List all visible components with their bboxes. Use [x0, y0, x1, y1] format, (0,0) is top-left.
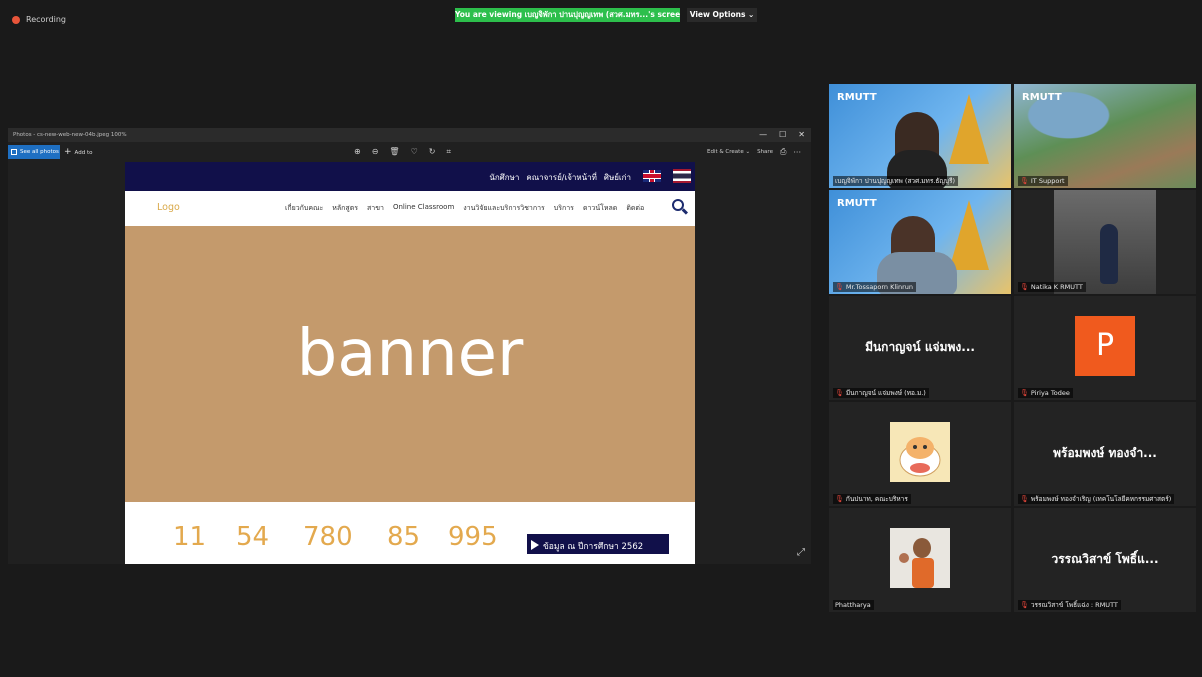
- nav-item-research: งานวิจัยและบริการวิชาการ: [463, 204, 545, 212]
- close-icon[interactable]: ✕: [798, 130, 805, 139]
- add-to-label: Add to: [74, 150, 93, 156]
- share-button[interactable]: Share: [757, 149, 773, 155]
- participant-name: มีนกาญจน์ แจ่มพงษ์ (ทอ.ม.): [845, 389, 926, 397]
- participant-name: เบญจิพักา ปานปุญญเทพ (สวศ.มทร.ธัญบุรี): [835, 177, 956, 185]
- participant-name: Mr.Tossaporn Klinrun: [845, 283, 913, 291]
- mic-muted-icon: 🎙: [1020, 601, 1029, 609]
- crop-icon[interactable]: ⌗: [446, 147, 451, 157]
- banner-text: banner: [296, 317, 524, 391]
- site-top-bar: นักศึกษา คณาจารย์/เจ้าหน้าที่ ศิษย์เก่า: [125, 162, 695, 191]
- site-nav-bar: Logo เกี่ยวกับคณะ หลักสูตร สาขา Online C…: [125, 191, 695, 226]
- participant-name: พร้อมพงษ์ ทองจำเริญ (เทคโนโลยีคหกรรมศาสต…: [1030, 495, 1172, 503]
- print-icon[interactable]: ⎙: [780, 147, 786, 157]
- participant-name: วรรณวิสาข์ โพธิ์แฉ่ง : RMUTT: [1030, 601, 1118, 609]
- mic-muted-icon: 🎙: [835, 495, 844, 503]
- mic-muted-icon: 🎙: [1020, 177, 1029, 185]
- zoom-out-icon[interactable]: ⊖: [372, 147, 379, 157]
- rotate-icon[interactable]: ↻: [429, 147, 436, 157]
- mic-muted-icon: 🎙: [1020, 283, 1029, 291]
- stat-value: 85: [387, 522, 421, 552]
- top-link-staff: คณาจารย์/เจ้าหน้าที่: [526, 173, 597, 182]
- temple-background: [949, 200, 989, 270]
- nav-item-online-classroom: Online Classroom: [392, 203, 455, 211]
- nav-item-curriculum: หลักสูตร: [332, 204, 359, 212]
- record-icon: [12, 15, 20, 24]
- see-all-label: See all photos: [20, 149, 59, 155]
- delete-icon[interactable]: 🗑: [389, 147, 399, 157]
- zoom-meeting-window: Recording You are viewing เบญจิพักา ปานป…: [0, 0, 1202, 677]
- stat-value: 780: [303, 522, 353, 552]
- shared-screen-photos-window: Photos - cs-new-web-new-04b.jpeg 100% — …: [8, 128, 811, 564]
- participant-tile[interactable]: Phattharya: [829, 508, 1011, 612]
- participant-name: Piriya Todee: [1030, 389, 1070, 397]
- rmutt-logo: RMUTT: [837, 92, 877, 103]
- participant-tile[interactable]: RMUTT เบญจิพักา ปานปุญญเทพ (สวศ.มทร.ธัญบ…: [829, 84, 1011, 188]
- viewing-screen-banner: You are viewing เบญจิพักา ปานปุญญเทพ (สว…: [455, 8, 680, 22]
- participant-name: IT Support: [1030, 177, 1065, 185]
- edit-create-button[interactable]: Edit & Create ⌄: [707, 149, 750, 155]
- add-to-button[interactable]: + Add to: [64, 145, 92, 160]
- mic-muted-icon: 🎙: [1020, 389, 1029, 397]
- temple-background: [949, 94, 989, 164]
- participant-tile[interactable]: มีนกาญจน์ แจ่มพง... 🎙 มีนกาญจน์ แจ่มพงษ์ …: [829, 296, 1011, 400]
- mic-muted-icon: 🎙: [835, 389, 844, 397]
- recording-indicator[interactable]: Recording: [12, 15, 66, 24]
- mic-muted-icon: 🎙: [1020, 495, 1029, 503]
- view-options-button[interactable]: View Options ⌄: [687, 8, 757, 22]
- participant-name: กันปนาท, คณะบริหาร: [845, 495, 908, 503]
- maximize-icon[interactable]: ☐: [779, 130, 786, 139]
- nav-item-download: ดาวน์โหลด: [582, 204, 618, 212]
- more-icon[interactable]: ···: [793, 148, 801, 157]
- see-all-photos-button[interactable]: See all photos: [8, 145, 60, 159]
- nav-item-services: บริการ: [553, 204, 574, 212]
- recording-label: Recording: [26, 15, 67, 24]
- participant-name: Natika K RMUTT: [1030, 283, 1083, 291]
- nav-item-about: เกี่ยวกับคณะ: [285, 204, 324, 212]
- participant-display-name: พร้อมพงษ์ ทองจำ...: [1053, 446, 1157, 460]
- nav-item-majors: สาขา: [367, 204, 384, 212]
- expand-icon[interactable]: ⤢: [797, 547, 805, 558]
- nav-item-contact: ติดต่อ: [626, 204, 645, 212]
- cta-academic-year: ข้อมูล ณ ปีการศึกษา 2562: [527, 534, 669, 554]
- top-link-alumni: ศิษย์เก่า: [603, 173, 631, 182]
- photos-title: Photos - cs-new-web-new-04b.jpeg 100%: [13, 132, 127, 138]
- avatar: P: [1075, 316, 1135, 376]
- mic-muted-icon: 🎙: [835, 283, 844, 291]
- participant-display-name: วรรณวิสาข์ โพธิ์แ...: [1051, 552, 1159, 566]
- stat-value: 11: [173, 522, 207, 552]
- plus-icon: +: [64, 147, 72, 157]
- top-link-students: นักศึกษา: [489, 173, 520, 182]
- rmutt-logo: RMUTT: [837, 198, 877, 209]
- participant-tile[interactable]: วรรณวิสาข์ โพธิ์แ... 🎙 วรรณวิสาข์ โพธิ์แฉ…: [1014, 508, 1196, 612]
- rmutt-logo: RMUTT: [1022, 92, 1062, 103]
- favorite-icon[interactable]: ♡: [411, 147, 418, 157]
- participant-photo: [890, 528, 950, 588]
- cartoon-cat-avatar: [890, 422, 950, 482]
- zoom-in-icon[interactable]: ⊕: [354, 147, 361, 157]
- photos-titlebar: Photos - cs-new-web-new-04b.jpeg 100% — …: [8, 128, 811, 142]
- participant-name: Phattharya: [835, 601, 871, 609]
- site-logo: Logo: [157, 202, 180, 213]
- participant-display-name: มีนกาญจน์ แจ่มพง...: [865, 340, 975, 354]
- website-mockup-image: นักศึกษา คณาจารย์/เจ้าหน้าที่ ศิษย์เก่า …: [125, 162, 695, 564]
- participant-tile[interactable]: P 🎙 Piriya Todee: [1014, 296, 1196, 400]
- stat-value: 54: [236, 522, 270, 552]
- banner-area: banner: [125, 226, 695, 502]
- participant-tile[interactable]: พร้อมพงษ์ ทองจำ... 🎙 พร้อมพงษ์ ทองจำเริญ …: [1014, 402, 1196, 506]
- stat-value: 995: [448, 522, 498, 552]
- participant-tile[interactable]: 🎙 กันปนาท, คณะบริหาร: [829, 402, 1011, 506]
- uk-flag-icon: [643, 170, 661, 182]
- photos-toolbar: See all photos + Add to ⊕ ⊖ 🗑 ♡ ↻ ⌗ Edit …: [8, 142, 811, 162]
- participant-tile[interactable]: RMUTT 🎙 IT Support: [1014, 84, 1196, 188]
- participant-tile[interactable]: 🎙 Natika K RMUTT: [1014, 190, 1196, 294]
- participant-tile[interactable]: RMUTT 🎙 Mr.Tossaporn Klinrun: [829, 190, 1011, 294]
- thai-flag-icon: [673, 169, 691, 183]
- photos-icon: [11, 149, 17, 155]
- minimize-icon[interactable]: —: [759, 130, 767, 139]
- search-icon: [672, 199, 684, 211]
- stats-row: 11 54 780 85 995: [125, 524, 525, 556]
